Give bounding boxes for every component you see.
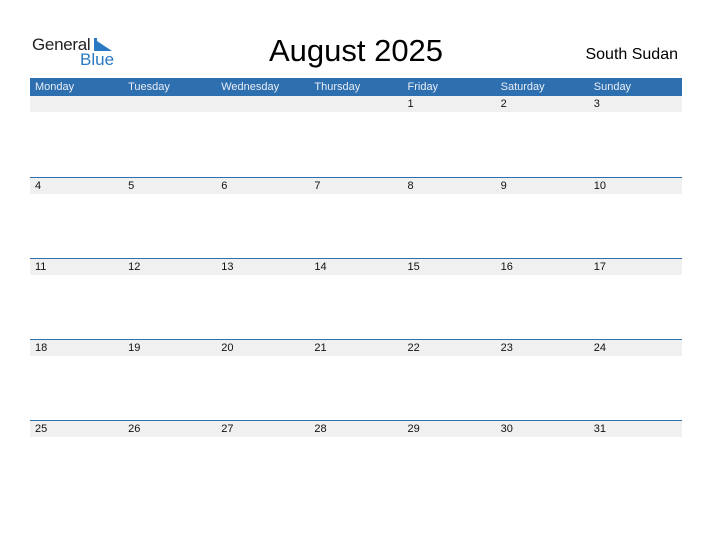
day-cell: 3 xyxy=(593,98,600,110)
date-strip: 1 2 3 xyxy=(30,96,682,112)
day-cell: 10 xyxy=(593,180,606,192)
day-cell: 30 xyxy=(500,423,513,435)
day-cell: 1 xyxy=(407,98,414,110)
day-cell: 14 xyxy=(314,261,327,273)
day-cell: 11 xyxy=(35,261,47,273)
date-strip: 4 5 6 7 8 9 10 xyxy=(30,178,682,194)
week-row: 4 5 6 7 8 9 10 xyxy=(30,177,682,258)
date-strip: 25 26 27 28 29 30 31 xyxy=(30,421,682,437)
day-cell: 7 xyxy=(314,180,321,192)
day-cell: 21 xyxy=(314,342,327,354)
day-cell: 5 xyxy=(128,180,135,192)
day-cell: 18 xyxy=(35,342,48,354)
date-strip: 18 19 20 21 22 23 24 xyxy=(30,340,682,356)
weekday-friday: Friday xyxy=(407,81,439,93)
day-cell: 13 xyxy=(221,261,234,273)
week-row: 18 19 20 21 22 23 24 xyxy=(30,339,682,420)
day-cell: 16 xyxy=(500,261,513,273)
day-cell xyxy=(309,96,402,112)
day-cell: 26 xyxy=(128,423,141,435)
day-cell: 2 xyxy=(500,98,507,110)
day-cell xyxy=(216,96,309,112)
calendar: Monday Tuesday Wednesday Thursday Friday… xyxy=(30,78,682,501)
weekday-sunday: Sunday xyxy=(593,81,632,93)
date-strip: 11 12 13 14 15 16 17 xyxy=(30,259,682,275)
weekday-header: Monday Tuesday Wednesday Thursday Friday… xyxy=(30,78,682,96)
week-row: 1 2 3 xyxy=(30,96,682,177)
country-label: South Sudan xyxy=(585,46,678,63)
day-cell: 27 xyxy=(221,423,234,435)
day-cell: 15 xyxy=(407,261,420,273)
day-cell: 29 xyxy=(407,423,420,435)
weekday-tuesday: Tuesday xyxy=(128,81,170,93)
day-cell: 22 xyxy=(407,342,420,354)
week-row: 25 26 27 28 29 30 31 xyxy=(30,420,682,501)
day-cell xyxy=(123,96,216,112)
week-row: 11 12 13 14 15 16 17 xyxy=(30,258,682,339)
day-cell: 20 xyxy=(221,342,234,354)
weekday-saturday: Saturday xyxy=(500,81,545,93)
weekday-monday: Monday xyxy=(35,81,75,93)
day-cell: 23 xyxy=(500,342,513,354)
weekday-wednesday: Wednesday xyxy=(221,81,280,93)
day-cell: 19 xyxy=(128,342,141,354)
day-cell: 24 xyxy=(593,342,606,354)
day-cell: 8 xyxy=(407,180,414,192)
weekday-thursday: Thursday xyxy=(314,81,361,93)
day-cell xyxy=(30,96,123,112)
day-cell: 25 xyxy=(35,423,48,435)
day-cell: 31 xyxy=(593,423,606,435)
day-cell: 4 xyxy=(35,180,42,192)
day-cell: 17 xyxy=(593,261,606,273)
day-cell: 6 xyxy=(221,180,228,192)
day-cell: 12 xyxy=(128,261,141,273)
day-cell: 28 xyxy=(314,423,327,435)
day-cell: 9 xyxy=(500,180,507,192)
